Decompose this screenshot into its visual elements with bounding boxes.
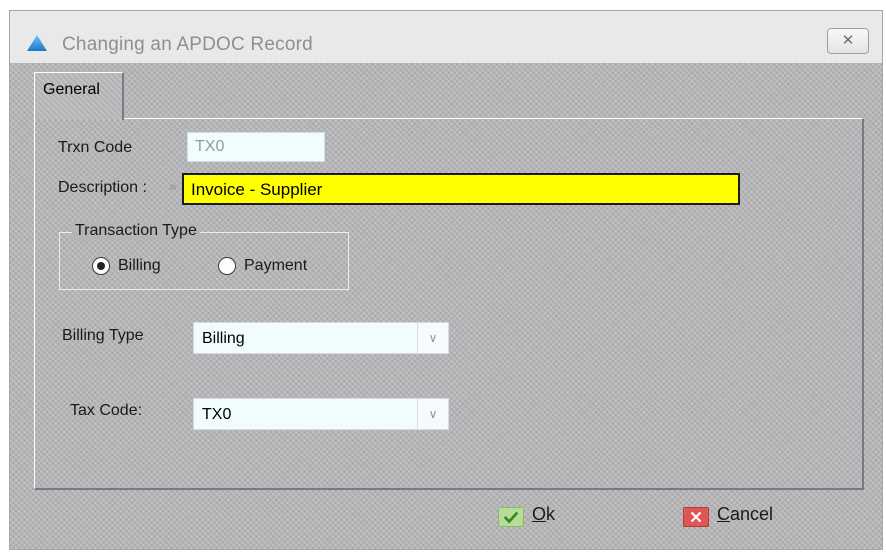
tab-general-label: General xyxy=(43,81,100,98)
radio-billing-label[interactable]: Billing xyxy=(118,257,161,275)
trxn-code-field[interactable]: TX0 xyxy=(187,132,325,162)
ok-label: k xyxy=(546,504,556,524)
transaction-type-legend: Transaction Type xyxy=(72,222,200,240)
dialog-window: Changing an APDOC Record ✕ General Trxn … xyxy=(9,10,883,550)
check-icon xyxy=(498,507,524,527)
trxn-code-label: Trxn Code xyxy=(58,139,133,156)
billing-type-select[interactable]: Billing ∨ xyxy=(193,322,449,354)
billing-type-label: Billing Type xyxy=(62,327,144,344)
billing-type-value: Billing xyxy=(202,330,245,347)
app-triangle-icon xyxy=(27,35,47,51)
cancel-label: ancel xyxy=(730,504,774,524)
close-icon: ✕ xyxy=(841,32,855,49)
description-field[interactable]: Invoice - Supplier xyxy=(182,173,740,205)
title-bar: Changing an APDOC Record ✕ xyxy=(10,11,882,63)
close-button[interactable]: ✕ xyxy=(827,28,869,54)
chevron-down-icon[interactable]: ∨ xyxy=(417,323,448,353)
tax-code-label: Tax Code: xyxy=(70,402,143,419)
description-arrow-icon: » xyxy=(169,179,177,194)
radio-payment[interactable] xyxy=(218,257,236,275)
radio-payment-label[interactable]: Payment xyxy=(244,257,307,275)
tax-code-select[interactable]: TX0 ∨ xyxy=(193,398,449,430)
window-title: Changing an APDOC Record xyxy=(62,34,313,55)
description-label: Description : xyxy=(58,179,147,196)
chevron-down-icon[interactable]: ∨ xyxy=(417,399,448,429)
tab-general[interactable]: General xyxy=(34,72,124,120)
x-icon xyxy=(683,507,709,527)
radio-billing[interactable] xyxy=(92,257,110,275)
cancel-button[interactable]: Cancel xyxy=(683,501,803,533)
ok-accel: O xyxy=(532,504,547,524)
tax-code-value: TX0 xyxy=(202,406,232,423)
ok-button[interactable]: Ok xyxy=(498,501,588,533)
cancel-accel: C xyxy=(717,504,730,524)
